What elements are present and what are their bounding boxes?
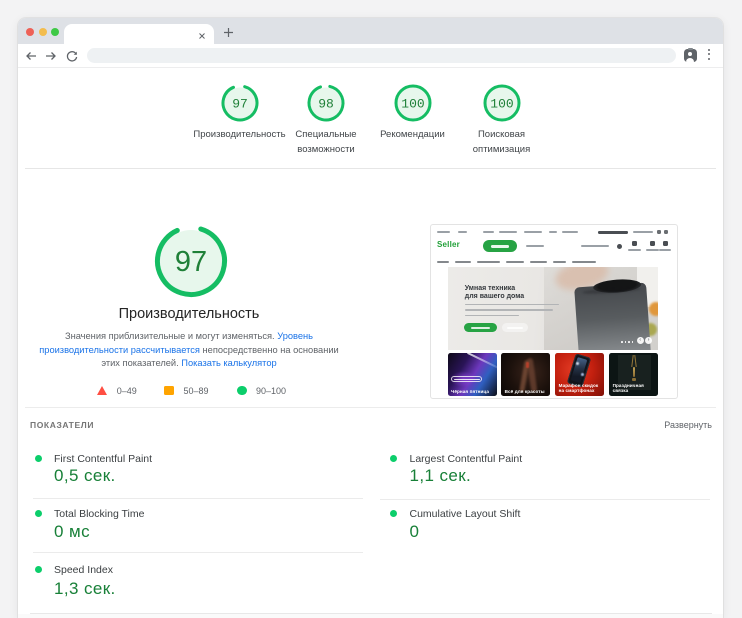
svg-text:97: 97 xyxy=(232,97,248,112)
svg-text:100: 100 xyxy=(401,97,424,112)
svg-text:98: 98 xyxy=(318,97,334,112)
svg-text:100: 100 xyxy=(490,97,513,112)
svg-text:97: 97 xyxy=(174,246,206,278)
